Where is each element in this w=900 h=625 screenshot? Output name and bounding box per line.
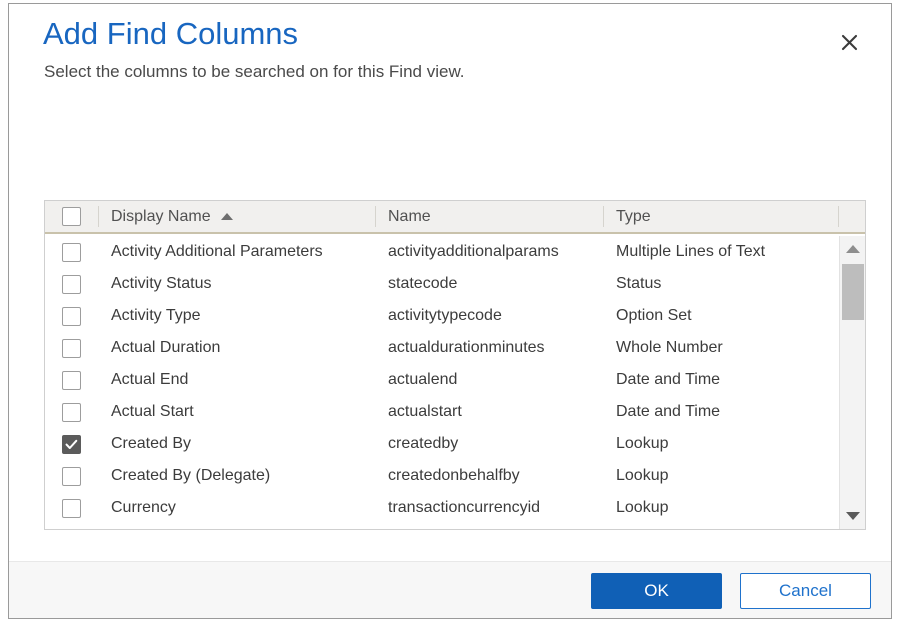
cell-type: Status <box>603 268 838 300</box>
cell-display-name: Activity Status <box>98 268 375 300</box>
select-all-header-cell[interactable] <box>45 200 98 233</box>
cell-type: Date and Time <box>603 364 838 396</box>
cell-type: Option Set <box>603 300 838 332</box>
select-all-checkbox[interactable] <box>62 207 81 226</box>
cell-name: actualend <box>375 364 603 396</box>
row-checkbox[interactable] <box>62 467 81 486</box>
scrollbar-thumb[interactable] <box>842 264 864 320</box>
row-checkbox[interactable] <box>62 307 81 326</box>
cell-type: Whole Number <box>603 332 838 364</box>
table-row[interactable]: Actual StartactualstartDate and Time <box>45 396 865 428</box>
row-checkbox[interactable] <box>62 499 81 518</box>
row-checkbox[interactable] <box>62 243 81 262</box>
triangle-down-icon <box>846 512 860 520</box>
cell-display-name: Activity Type <box>98 300 375 332</box>
row-checkbox-cell[interactable] <box>45 396 98 428</box>
grid-body: Activity Additional Parametersactivityad… <box>45 236 865 529</box>
row-checkbox-cell[interactable] <box>45 364 98 396</box>
cell-type: Date and Time <box>603 396 838 428</box>
cell-type: Lookup <box>603 492 838 524</box>
column-header-type-label: Type <box>616 208 651 226</box>
columns-grid: Display Name Name Type Activity Addition… <box>44 200 866 530</box>
cell-name: createdby <box>375 428 603 460</box>
add-find-columns-dialog: Add Find Columns Select the columns to b… <box>8 3 892 619</box>
row-checkbox[interactable] <box>62 403 81 422</box>
column-header-name[interactable]: Name <box>375 200 603 233</box>
scroll-down-arrow-icon[interactable] <box>840 503 866 529</box>
table-row[interactable]: Activity StatusstatecodeStatus <box>45 268 865 300</box>
cell-type: Lookup <box>603 428 838 460</box>
triangle-up-icon <box>846 245 860 253</box>
row-checkbox[interactable] <box>62 371 81 390</box>
row-checkbox-cell[interactable] <box>45 236 98 268</box>
cell-display-name: Actual Duration <box>98 332 375 364</box>
dialog-title: Add Find Columns <box>43 16 298 52</box>
cell-display-name: Created By <box>98 428 375 460</box>
row-checkbox-cell[interactable] <box>45 268 98 300</box>
sort-ascending-icon <box>221 213 233 220</box>
scroll-up-arrow-icon[interactable] <box>840 236 866 262</box>
close-button[interactable] <box>827 22 871 62</box>
column-header-type[interactable]: Type <box>603 200 838 233</box>
row-checkbox-cell[interactable] <box>45 460 98 492</box>
column-header-spacer <box>838 200 865 233</box>
cancel-button[interactable]: Cancel <box>740 573 871 609</box>
ok-button[interactable]: OK <box>591 573 722 609</box>
cell-name: createdonbehalfby <box>375 460 603 492</box>
cell-name: statecode <box>375 268 603 300</box>
row-checkbox[interactable] <box>62 275 81 294</box>
column-header-display-name[interactable]: Display Name <box>98 200 375 233</box>
table-row[interactable]: Created By (Delegate)createdonbehalfbyLo… <box>45 460 865 492</box>
cell-type: Multiple Lines of Text <box>603 236 838 268</box>
cell-display-name: Activity Additional Parameters <box>98 236 375 268</box>
cell-display-name: Actual End <box>98 364 375 396</box>
cell-display-name: Currency <box>98 492 375 524</box>
row-checkbox[interactable] <box>62 339 81 358</box>
cell-name: actualdurationminutes <box>375 332 603 364</box>
cell-display-name: Created By (Delegate) <box>98 460 375 492</box>
table-row[interactable]: Actual EndactualendDate and Time <box>45 364 865 396</box>
table-row[interactable]: Actual DurationactualdurationminutesWhol… <box>45 332 865 364</box>
table-row[interactable]: Activity TypeactivitytypecodeOption Set <box>45 300 865 332</box>
row-checkbox-cell[interactable] <box>45 492 98 524</box>
row-checkbox-cell[interactable] <box>45 428 98 460</box>
column-header-display-name-label: Display Name <box>111 208 211 226</box>
cell-name: actualstart <box>375 396 603 428</box>
column-header-name-label: Name <box>388 208 431 226</box>
cell-name: activityadditionalparams <box>375 236 603 268</box>
cell-type: Lookup <box>603 460 838 492</box>
cell-display-name: Actual Start <box>98 396 375 428</box>
grid-vertical-scrollbar[interactable] <box>839 236 865 529</box>
close-icon <box>841 34 858 51</box>
table-row[interactable]: CurrencytransactioncurrencyidLookup <box>45 492 865 524</box>
cell-name: transactioncurrencyid <box>375 492 603 524</box>
table-row[interactable]: Activity Additional Parametersactivityad… <box>45 236 865 268</box>
dialog-header: Add Find Columns Select the columns to b… <box>9 4 891 94</box>
row-checkbox-cell[interactable] <box>45 300 98 332</box>
grid-header-row: Display Name Name Type <box>45 201 865 234</box>
table-row[interactable]: Created BycreatedbyLookup <box>45 428 865 460</box>
row-checkbox[interactable] <box>62 435 81 454</box>
dialog-subtitle: Select the columns to be searched on for… <box>44 62 465 82</box>
cell-name: activitytypecode <box>375 300 603 332</box>
dialog-footer: OK Cancel <box>9 561 891 618</box>
row-checkbox-cell[interactable] <box>45 332 98 364</box>
